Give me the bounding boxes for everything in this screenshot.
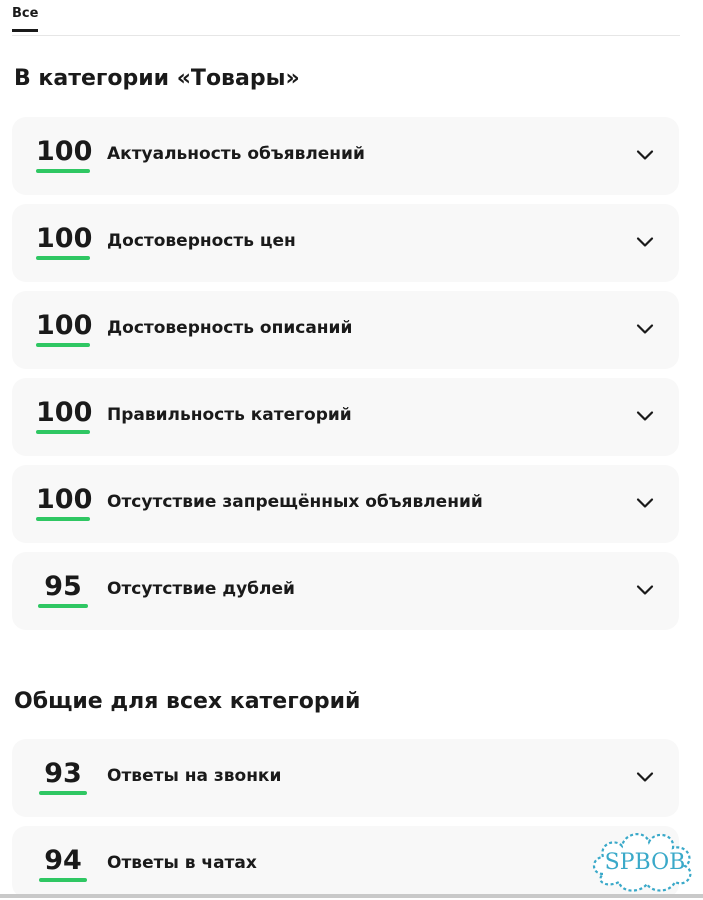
metric-score-bar [39,878,87,882]
metric-score-bar [38,604,88,608]
metric-card-call-answers[interactable]: 93 Ответы на звонки [12,739,679,817]
metric-score-bar [36,169,90,173]
chevron-down-icon[interactable] [635,145,655,165]
chevron-down-icon[interactable] [635,319,655,339]
metric-card-no-prohibited-ads[interactable]: 100 Отсутствие запрещённых объявлений [12,465,679,543]
chevron-down-icon[interactable] [635,493,655,513]
metric-score: 100 [36,223,93,254]
chevron-down-icon[interactable] [635,767,655,787]
metric-label: Ответы в чатах [107,853,257,873]
metric-label: Отсутствие дублей [107,579,295,599]
watermark-text: SPBOB [604,850,686,875]
metric-score: 95 [44,571,82,602]
metric-label: Достоверность описаний [107,318,353,338]
metric-score-bar [36,256,90,260]
metric-card-chat-answers[interactable]: 94 Ответы в чатах [12,826,679,898]
bottom-divider [0,894,703,898]
metric-score: 100 [36,484,93,515]
watermark-logo: SPBOB [589,824,701,896]
metric-label: Актуальность объявлений [107,144,365,164]
metric-label: Правильность категорий [107,405,352,425]
metric-score: 100 [36,397,93,428]
metric-score: 93 [44,758,82,789]
chevron-down-icon[interactable] [635,406,655,426]
metric-score-bar [39,791,87,795]
metric-label: Отсутствие запрещённых объявлений [107,492,483,512]
metric-label: Достоверность цен [107,231,296,251]
metric-score: 100 [36,310,93,341]
metric-score: 100 [36,136,93,167]
metric-score-bar [36,343,90,347]
metric-score: 94 [44,845,82,876]
tab-bar: Все [12,0,680,36]
tab-all[interactable]: Все [12,6,39,32]
metric-card-description-accuracy[interactable]: 100 Достоверность описаний [12,291,679,369]
metric-card-category-correctness[interactable]: 100 Правильность категорий [12,378,679,456]
metric-card-ad-relevance[interactable]: 100 Актуальность объявлений [12,117,679,195]
metric-label: Ответы на звонки [107,766,282,786]
metric-score-bar [36,517,90,521]
metric-score-bar [36,430,90,434]
section-title-common: Общие для всех категорий [14,689,361,714]
metric-card-price-accuracy[interactable]: 100 Достоверность цен [12,204,679,282]
chevron-down-icon[interactable] [635,580,655,600]
chevron-down-icon[interactable] [635,232,655,252]
metric-card-no-duplicates[interactable]: 95 Отсутствие дублей [12,552,679,630]
section-title-goods: В категории «Товары» [14,66,300,91]
